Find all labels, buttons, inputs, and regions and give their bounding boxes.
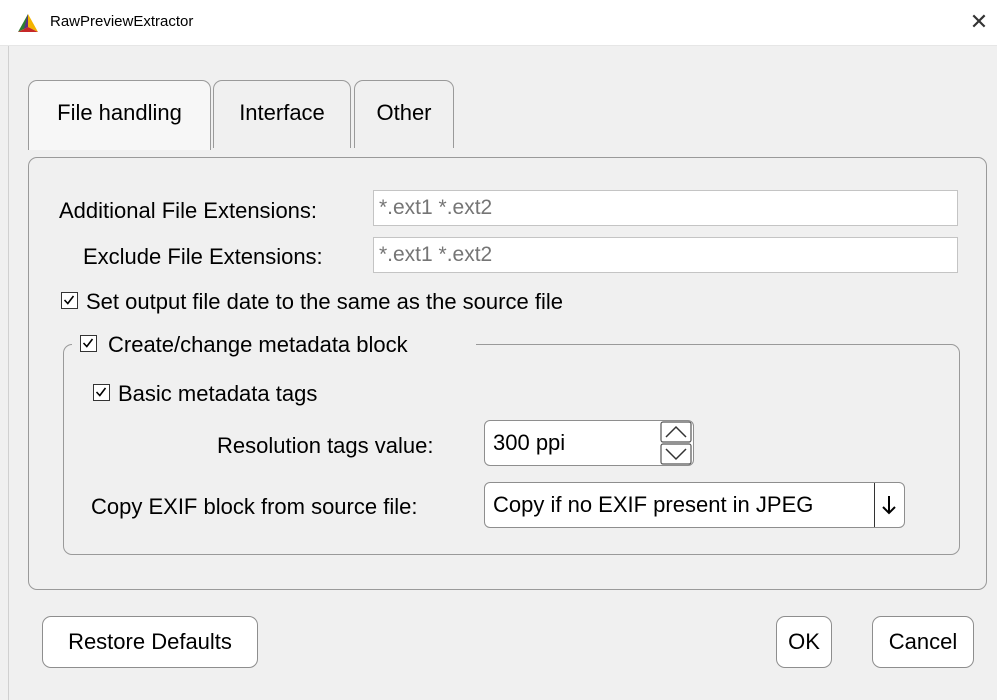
exclude-ext-input[interactable]: [373, 237, 958, 273]
additional-ext-label: Additional File Extensions:: [59, 198, 318, 223]
cancel-button[interactable]: Cancel: [872, 616, 974, 668]
set-date-checkbox[interactable]: [61, 292, 78, 309]
checkmark-icon: [82, 338, 94, 348]
exclude-ext-label: Exclude File Extensions:: [83, 244, 323, 269]
copy-exif-dropdown[interactable]: Copy if no EXIF present in JPEG: [484, 482, 905, 528]
tab-other[interactable]: Other: [354, 80, 454, 148]
tab-file-handling[interactable]: File handling: [28, 80, 211, 150]
checkmark-icon: [95, 387, 107, 397]
title-bar: RawPreviewExtractor ✕: [0, 0, 997, 46]
resolution-value: 300 ppi: [493, 430, 566, 455]
copy-exif-value: Copy if no EXIF present in JPEG: [493, 492, 814, 517]
ok-button[interactable]: OK: [776, 616, 832, 668]
dropdown-divider: [874, 483, 875, 527]
app-logo-icon: [18, 14, 38, 32]
set-date-label: Set output file date to the same as the …: [86, 289, 563, 314]
tab-label: Other: [376, 100, 432, 125]
restore-defaults-button[interactable]: Restore Defaults: [42, 616, 258, 668]
additional-ext-input[interactable]: [373, 190, 958, 226]
basic-tags-label: Basic metadata tags: [118, 381, 318, 406]
checkmark-icon: [63, 295, 75, 305]
metadata-block-label: Create/change metadata block: [108, 332, 408, 357]
window-title: RawPreviewExtractor: [50, 13, 194, 30]
tab-interface[interactable]: Interface: [213, 80, 351, 148]
spin-up-icon[interactable]: [660, 421, 692, 443]
metadata-block-checkbox[interactable]: [80, 335, 97, 352]
copy-exif-label: Copy EXIF block from source file:: [91, 494, 418, 519]
window-edge: [8, 46, 9, 700]
spin-down-icon[interactable]: [660, 443, 692, 465]
close-icon[interactable]: ✕: [966, 9, 992, 35]
tab-label: File handling: [57, 100, 182, 125]
tab-label: Interface: [239, 100, 325, 125]
basic-tags-checkbox[interactable]: [93, 384, 110, 401]
resolution-label: Resolution tags value:: [217, 433, 434, 458]
arrow-down-icon[interactable]: [880, 494, 898, 516]
